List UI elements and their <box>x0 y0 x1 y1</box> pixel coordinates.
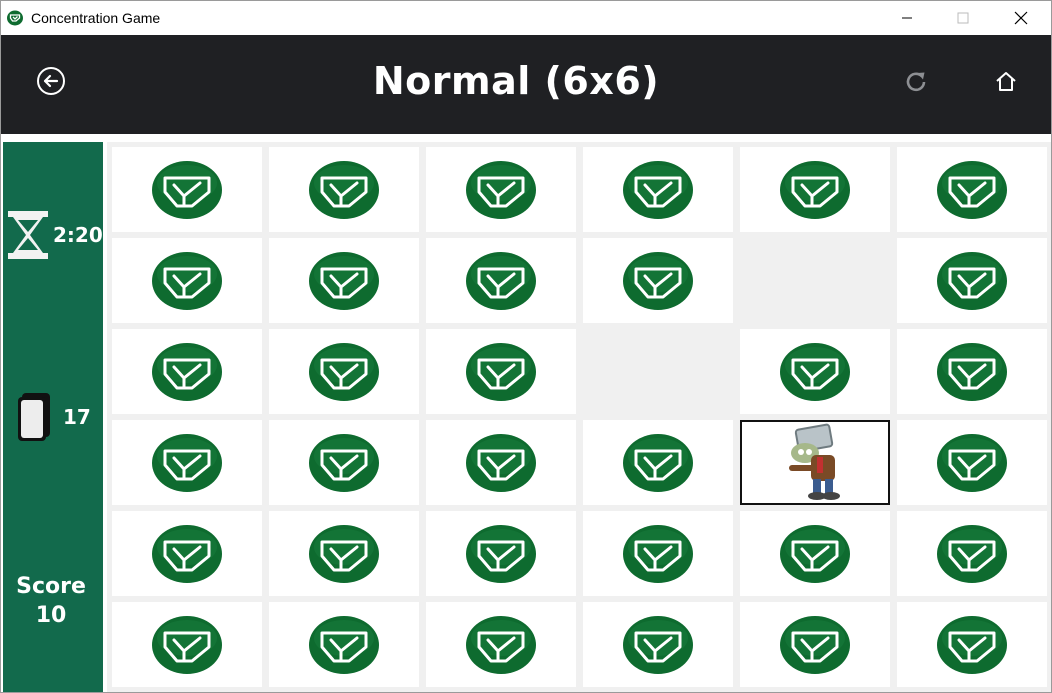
card-tile[interactable] <box>426 420 576 505</box>
card-tile[interactable] <box>112 147 262 232</box>
card-tile[interactable] <box>897 420 1047 505</box>
card-tile[interactable] <box>897 147 1047 232</box>
window-title: Concentration Game <box>31 10 161 26</box>
card-tile[interactable] <box>426 329 576 414</box>
card-back-logo-icon <box>937 342 1007 401</box>
maximize-icon <box>957 12 969 24</box>
home-button[interactable] <box>989 65 1023 99</box>
card-back-logo-icon <box>623 615 693 674</box>
card-back-logo-icon <box>152 615 222 674</box>
card-tile[interactable] <box>269 147 419 232</box>
card-back-logo-icon <box>309 433 379 492</box>
revealed-card-tile[interactable] <box>740 420 890 505</box>
matched-empty-tile <box>583 329 733 414</box>
restart-button[interactable] <box>899 65 933 99</box>
title-bar: Concentration Game <box>1 1 1051 35</box>
card-back-logo-icon <box>309 342 379 401</box>
app-window: Concentration Game Normal (6x6) 2:20 17 … <box>0 0 1052 693</box>
card-back-logo-icon <box>152 433 222 492</box>
card-back-logo-icon <box>309 615 379 674</box>
card-tile[interactable] <box>426 511 576 596</box>
card-back-logo-icon <box>937 433 1007 492</box>
card-tile[interactable] <box>583 238 733 323</box>
cards-remaining: 17 <box>17 392 91 442</box>
card-tile[interactable] <box>269 602 419 687</box>
card-back-logo-icon <box>466 615 536 674</box>
card-back-logo-icon <box>780 524 850 583</box>
hourglass-icon <box>8 211 48 259</box>
card-tile[interactable] <box>897 602 1047 687</box>
timer-value: 2:20 <box>53 223 103 247</box>
card-back-logo-icon <box>152 524 222 583</box>
card-back-logo-icon <box>152 342 222 401</box>
home-icon <box>996 72 1016 91</box>
minimize-button[interactable] <box>883 1 931 35</box>
card-back-logo-icon <box>466 160 536 219</box>
card-tile[interactable] <box>583 420 733 505</box>
refresh-icon <box>906 72 926 92</box>
card-tile[interactable] <box>112 420 262 505</box>
card-back-logo-icon <box>937 160 1007 219</box>
card-tile[interactable] <box>897 329 1047 414</box>
app-logo-icon <box>7 10 23 26</box>
header-bar: Normal (6x6) <box>1 35 1051 134</box>
card-back-logo-icon <box>309 524 379 583</box>
close-icon <box>1014 11 1028 25</box>
score-block: Score 10 <box>3 572 99 630</box>
card-tile[interactable] <box>583 602 733 687</box>
matched-empty-tile <box>740 238 890 323</box>
card-back-logo-icon <box>780 160 850 219</box>
card-back-logo-icon <box>780 342 850 401</box>
card-tile[interactable] <box>269 238 419 323</box>
minimize-icon <box>902 17 912 19</box>
card-tile[interactable] <box>897 238 1047 323</box>
card-back-logo-icon <box>937 615 1007 674</box>
score-value: 10 <box>35 603 67 628</box>
card-tile[interactable] <box>426 238 576 323</box>
card-back-logo-icon <box>309 160 379 219</box>
card-back-logo-icon <box>466 342 536 401</box>
card-tile[interactable] <box>740 511 890 596</box>
card-tile[interactable] <box>426 602 576 687</box>
card-back-logo-icon <box>937 524 1007 583</box>
card-back-logo-icon <box>623 251 693 310</box>
card-tile[interactable] <box>269 511 419 596</box>
card-back-logo-icon <box>780 615 850 674</box>
card-back-logo-icon <box>152 160 222 219</box>
card-back-logo-icon <box>623 433 693 492</box>
maximize-button[interactable] <box>939 1 987 35</box>
card-tile[interactable] <box>112 329 262 414</box>
card-tile[interactable] <box>269 329 419 414</box>
card-tile[interactable] <box>112 511 262 596</box>
card-tile[interactable] <box>112 602 262 687</box>
card-back-logo-icon <box>623 160 693 219</box>
close-button[interactable] <box>997 1 1045 35</box>
cards-remaining-value: 17 <box>63 405 91 429</box>
page-title: Normal (6x6) <box>372 59 660 103</box>
card-tile[interactable] <box>426 147 576 232</box>
stats-sidebar: 2:20 17 Score 10 <box>3 142 103 692</box>
card-tile[interactable] <box>112 238 262 323</box>
card-stack-icon <box>18 393 50 441</box>
card-tile[interactable] <box>897 511 1047 596</box>
card-back-logo-icon <box>466 524 536 583</box>
timer: 2:20 <box>7 210 103 260</box>
card-back-logo-icon <box>937 251 1007 310</box>
card-back-logo-icon <box>466 433 536 492</box>
card-tile[interactable] <box>740 147 890 232</box>
card-back-logo-icon <box>152 251 222 310</box>
card-tile[interactable] <box>740 602 890 687</box>
card-back-logo-icon <box>466 251 536 310</box>
score-label: Score <box>16 574 86 599</box>
card-back-logo-icon <box>623 524 693 583</box>
card-back-logo-icon <box>309 251 379 310</box>
card-tile[interactable] <box>269 420 419 505</box>
buckethead-zombie-icon <box>789 423 840 500</box>
game-board <box>107 142 1051 692</box>
card-tile[interactable] <box>583 511 733 596</box>
card-tile[interactable] <box>583 147 733 232</box>
card-tile[interactable] <box>740 329 890 414</box>
